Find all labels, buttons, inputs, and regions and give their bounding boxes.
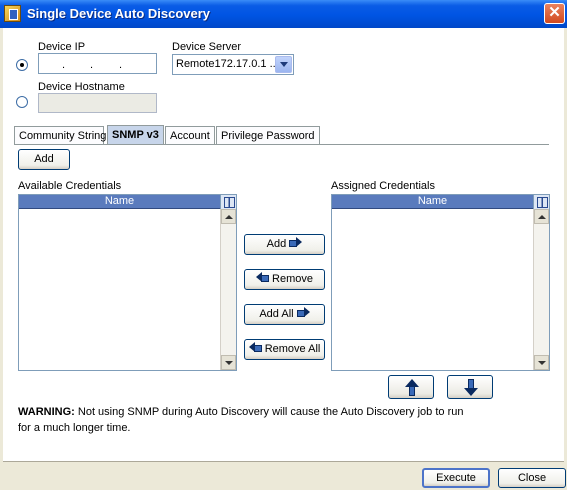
device-hostname-label: Device Hostname [38, 81, 125, 93]
available-credentials-label: Available Credentials [18, 180, 122, 192]
tab-privilege-password[interactable]: Privilege Password [216, 126, 320, 145]
remove-all-button[interactable]: Remove All [244, 339, 325, 360]
add-button-label: Add [266, 238, 287, 250]
add-button[interactable]: Add [244, 234, 325, 255]
warning-prefix: WARNING: [18, 406, 75, 418]
device-server-value: Remote172.17.0.1 ... [176, 58, 279, 70]
ip-dot: . [119, 59, 123, 71]
vertical-scrollbar[interactable] [533, 209, 549, 370]
arrow-left-icon [255, 272, 269, 283]
device-ip-input[interactable]: . . . [38, 53, 157, 74]
scroll-down-icon[interactable] [534, 355, 549, 370]
ip-dot: . [90, 59, 94, 71]
add-all-button[interactable]: Add All [244, 304, 325, 325]
close-button[interactable]: Close [498, 468, 566, 488]
arrow-up-shaft [409, 387, 415, 396]
arrow-right-icon [296, 307, 310, 318]
warning-message: WARNING: Not using SNMP during Auto Disc… [18, 404, 478, 436]
arrow-down-shaft [468, 379, 474, 388]
arrow-up-icon [405, 379, 419, 387]
move-down-button[interactable] [447, 375, 493, 399]
scroll-up-icon[interactable] [534, 209, 549, 224]
column-header-name[interactable]: Name [332, 195, 533, 209]
remove-button-label: Remove [272, 273, 314, 285]
arrow-down-icon [464, 388, 478, 396]
move-up-button[interactable] [388, 375, 434, 399]
dialog-window: Single Device Auto Discovery ✕ Device IP… [0, 0, 567, 490]
tab-divider [14, 144, 549, 145]
chevron-down-icon[interactable] [275, 56, 292, 73]
add-all-button-label: Add All [259, 308, 294, 320]
arrow-right-icon [289, 237, 303, 248]
column-header-name[interactable]: Name [19, 195, 220, 209]
scroll-down-icon[interactable] [221, 355, 236, 370]
available-credentials-list[interactable]: Name [18, 194, 237, 371]
ip-dot: . [62, 59, 66, 71]
arrow-left-icon [248, 342, 262, 353]
device-ip-label: Device IP [38, 41, 86, 53]
tab-community-string[interactable]: Community String [14, 126, 106, 145]
title-bar[interactable]: Single Device Auto Discovery ✕ [0, 0, 567, 28]
tab-account[interactable]: Account [165, 126, 215, 145]
close-window-button[interactable]: ✕ [544, 3, 565, 24]
remove-all-button-label: Remove All [264, 343, 321, 355]
device-ip-radio[interactable] [16, 59, 28, 71]
vertical-scrollbar[interactable] [220, 209, 236, 370]
device-hostname-input[interactable] [38, 93, 157, 113]
device-server-label: Device Server [172, 41, 242, 53]
warning-text: Not using SNMP during Auto Discovery wil… [18, 406, 464, 434]
remove-button[interactable]: Remove [244, 269, 325, 290]
window-title: Single Device Auto Discovery [27, 6, 211, 21]
assigned-credentials-label: Assigned Credentials [331, 180, 435, 192]
device-hostname-radio[interactable] [16, 96, 28, 108]
dialog-content: Device IP . . . Device Server Remote172.… [3, 28, 564, 462]
column-chooser-icon[interactable] [533, 195, 549, 209]
assigned-credentials-list[interactable]: Name [331, 194, 550, 371]
device-server-select[interactable]: Remote172.17.0.1 ... [172, 54, 294, 75]
app-icon [4, 5, 21, 22]
add-credential-button[interactable]: Add [18, 149, 70, 170]
tab-snmp-v3[interactable]: SNMP v3 [107, 125, 164, 145]
column-chooser-icon[interactable] [220, 195, 236, 209]
execute-button[interactable]: Execute [422, 468, 490, 488]
scroll-up-icon[interactable] [221, 209, 236, 224]
